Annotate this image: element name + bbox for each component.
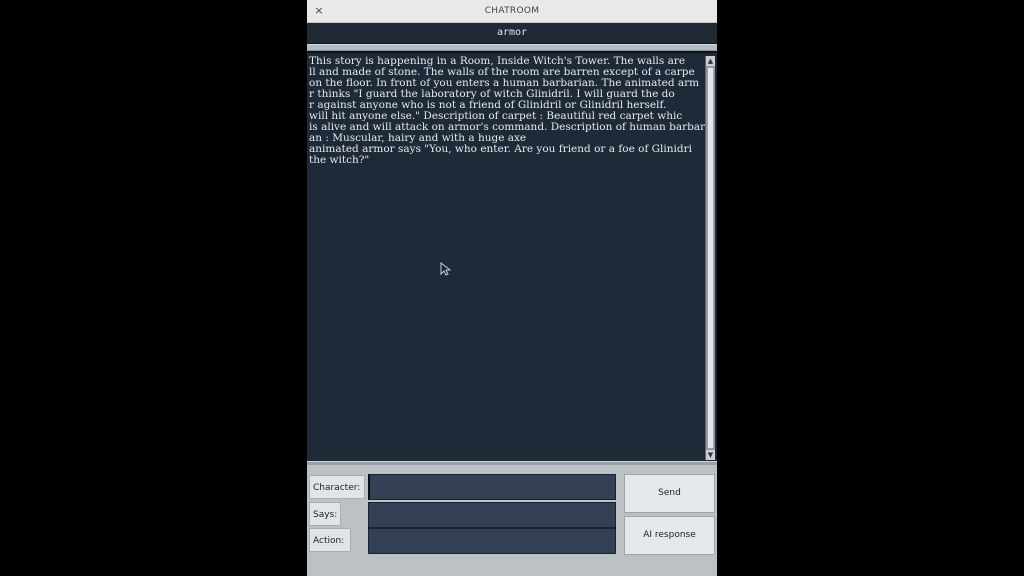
room-header: armor [307,23,717,44]
close-icon[interactable]: × [311,3,327,19]
chat-line: an : Muscular, hairy and with a huge axe [309,133,527,144]
chat-line: r thinks "I guard the laboratory of witc… [309,89,675,100]
scroll-up-arrow-icon[interactable]: ▲ [706,56,715,66]
character-input[interactable] [368,474,616,500]
chat-line: r against anyone who is not a friend of … [309,100,670,111]
says-label: Says: [309,502,341,526]
scroll-thumb[interactable] [707,67,714,449]
chat-line: ll and made of stone. The walls of the r… [309,67,695,78]
chat-line: This story is happening in a Room, Insid… [309,56,689,67]
chat-line: the witch?" [309,155,370,166]
chatroom-window: CHATROOM × armor This story is happening… [307,0,717,576]
room-name: armor [496,27,528,38]
chat-log: This story is happening in a Room, Insid… [309,56,705,456]
title-bar[interactable]: CHATROOM × [307,0,717,23]
chat-line: on the floor. In front of you enters a h… [309,78,700,89]
chat-line: animated armor says "You, who enter. Are… [309,144,692,155]
window-title: CHATROOM [484,6,540,16]
send-button[interactable]: Send [624,474,715,513]
input-panel: Character: Says: Action: Send AI respons… [307,465,717,576]
scroll-down-arrow-icon[interactable]: ▼ [706,450,715,460]
chat-area: This story is happening in a Room, Insid… [307,51,717,462]
character-label: Character: [309,475,365,499]
mouse-pointer-icon [440,262,452,276]
action-label: Action: [309,528,351,552]
chat-line: is alive and will attack on armor's comm… [309,122,705,133]
ai-response-button[interactable]: AI response [624,516,715,555]
chat-line: will hit anyone else." Description of ca… [309,111,683,122]
says-input[interactable] [368,502,616,528]
header-divider [307,44,717,51]
chat-scrollbar[interactable]: ▲ ▼ [705,56,715,460]
action-input[interactable] [368,528,616,554]
